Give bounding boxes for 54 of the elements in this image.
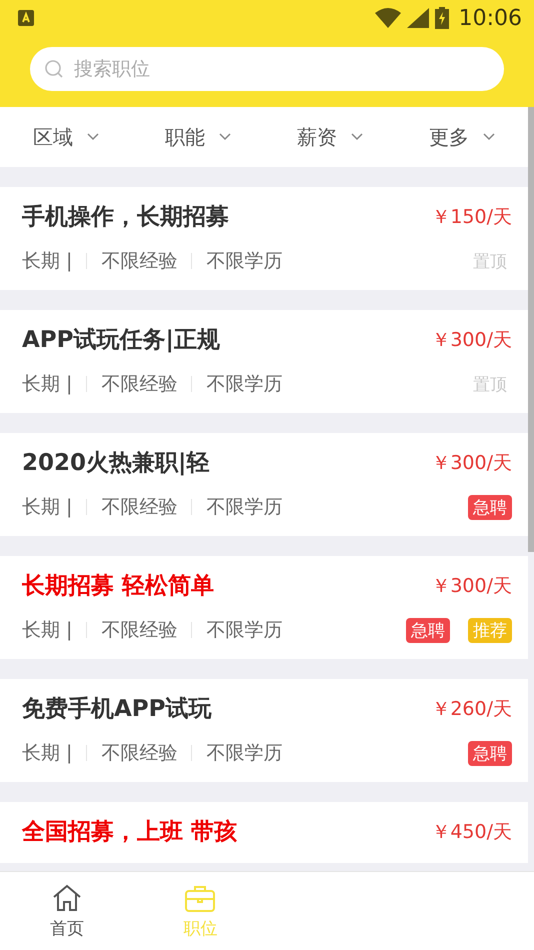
job-requirement: 不限学历 [206, 741, 282, 766]
salary: ￥150/天 [431, 204, 512, 230]
chevron-down-icon [87, 133, 99, 141]
job-requirement: 不限学历 [206, 618, 282, 643]
job-tag: 急聘 [468, 494, 512, 520]
job-tag: 急聘 [406, 618, 450, 642]
wifi-icon [374, 8, 401, 28]
battery-icon [434, 7, 449, 29]
job-title: 2020火热兼职|轻 [22, 449, 210, 478]
filter-dropdown[interactable]: 薪资 [264, 120, 396, 154]
search-field[interactable]: 搜索职位 [30, 47, 504, 91]
chevron-down-icon [219, 133, 231, 141]
job-requirement: 不限经验 [101, 249, 178, 274]
chevron-down-icon [483, 133, 495, 141]
job-title: APP试玩任务|正规 [22, 326, 220, 355]
salary: ￥260/天 [431, 696, 512, 722]
salary: ￥300/天 [431, 328, 512, 352]
job-requirement: 不限经验 [101, 495, 178, 520]
job-title: 免费手机APP试玩 [22, 695, 212, 724]
job-card[interactable]: 全国招募，上班 带孩 ￥450/天 [0, 802, 528, 863]
job-requirement: 不限经验 [101, 618, 178, 643]
job-title: 长期招募 轻松简单 [22, 572, 214, 601]
job-requirement: 不限经验 [101, 741, 178, 766]
filter-dropdown[interactable]: 区域 [0, 120, 132, 154]
job-title: 全国招募，上班 带孩 [22, 818, 238, 847]
home-icon [50, 882, 83, 912]
job-requirement: 不限学历 [206, 249, 282, 274]
salary: ￥450/天 [431, 820, 512, 844]
job-card[interactable]: 长期招募 轻松简单 ￥300/天 长期 | 不限经验 不限学历 急聘 推荐 [0, 556, 528, 659]
job-tag: 推荐 [468, 618, 512, 642]
nav-tab[interactable]: 首页 [0, 872, 134, 950]
salary: ￥300/天 [431, 574, 512, 598]
scrollbar[interactable] [528, 107, 534, 552]
job-card[interactable]: 免费手机APP试玩 ￥260/天 长期 | 不限经验 不限学历 急聘 [0, 679, 528, 782]
job-requirement: 长期 | [22, 495, 72, 520]
job-requirement: 长期 | [22, 741, 72, 766]
chevron-down-icon [351, 133, 363, 141]
job-tag: 急聘 [468, 740, 512, 766]
app-notification-icon [18, 10, 34, 26]
job-card[interactable]: 2020火热兼职|轻 ￥300/天 长期 | 不限经验 不限学历 急聘 [0, 433, 528, 536]
filter-dropdown[interactable]: 职能 [132, 120, 264, 154]
job-requirement: 长期 | [22, 249, 72, 274]
clock-time: 10:06 [458, 6, 522, 30]
job-requirement: 不限学历 [206, 495, 282, 520]
signal-icon [406, 8, 429, 28]
salary: ￥300/天 [431, 450, 512, 476]
job-requirement: 不限经验 [101, 372, 178, 397]
job-title: 手机操作，长期招募 [22, 203, 229, 232]
search-icon [44, 59, 64, 79]
search-input[interactable]: 搜索职位 [72, 57, 490, 81]
job-requirement: 不限学历 [206, 372, 282, 397]
filter-dropdown[interactable]: 更多 [396, 120, 528, 154]
job-requirement: 长期 | [22, 372, 72, 397]
job-requirement: 长期 | [22, 618, 72, 643]
